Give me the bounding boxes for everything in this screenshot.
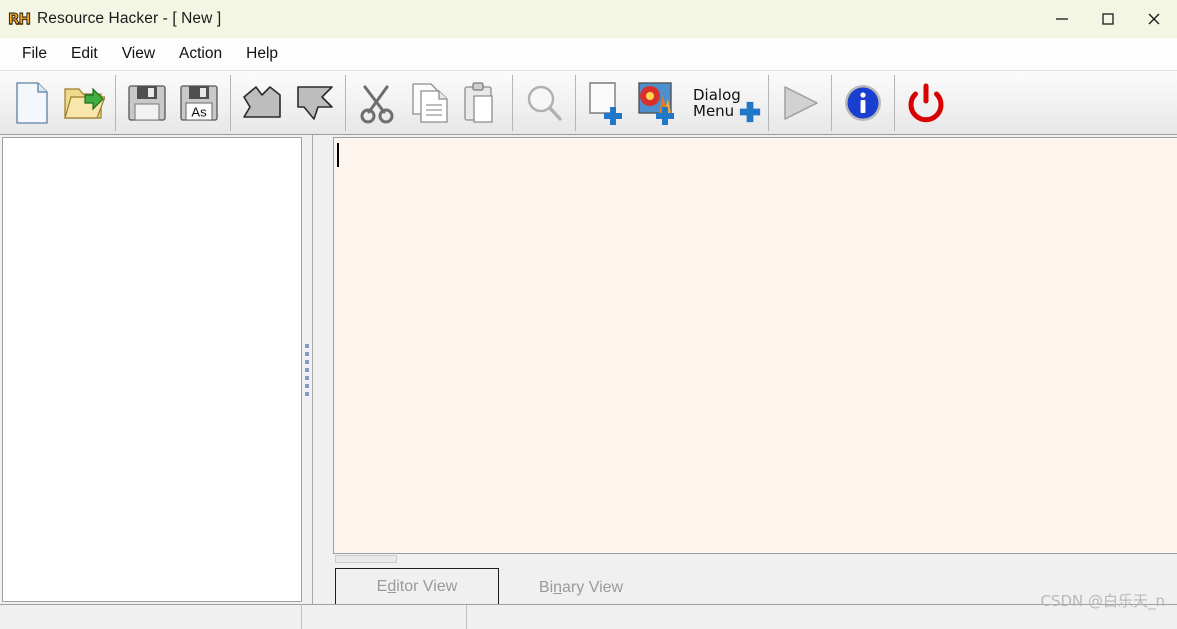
status-cell-2: [302, 605, 467, 629]
splitter-grip-icon: [305, 343, 309, 396]
open-folder-icon: [64, 87, 105, 119]
compile-script-button[interactable]: [236, 75, 288, 131]
add-dialog-menu-button[interactable]: Dialog Menu: [685, 75, 763, 131]
compile-arrow-icon: [243, 85, 281, 118]
scissors-icon: [360, 85, 394, 123]
editor-gutter: [313, 137, 333, 554]
pane-splitter[interactable]: [302, 135, 312, 604]
scrollbar-thumb[interactable]: [335, 555, 397, 563]
power-icon: [908, 83, 944, 122]
close-icon[interactable]: [1131, 0, 1177, 38]
dialog-menu-plus-icon: [739, 101, 761, 122]
editor-text-area[interactable]: [333, 137, 1177, 554]
menu-bar: File Edit View Action Help: [0, 38, 1177, 71]
add-resource-button[interactable]: [581, 75, 633, 131]
new-file-button[interactable]: [6, 75, 58, 131]
about-button[interactable]: [837, 75, 889, 131]
tab-editor-view[interactable]: Editor View: [335, 568, 499, 604]
menu-item-edit[interactable]: Edit: [59, 42, 110, 66]
tab-binary-view[interactable]: Binary View: [499, 572, 663, 604]
dialog-menu-label: Dialog Menu: [693, 85, 741, 120]
open-file-button[interactable]: [58, 75, 110, 131]
toolbar-separator-3: [345, 74, 346, 131]
toolbar-separator-1: [115, 74, 116, 131]
resource-hacker-window: RH Resource Hacker - [ New ] File Edit V…: [0, 0, 1177, 629]
disassemble-arrow-icon: [297, 85, 333, 120]
save-as-floppy-icon: As: [180, 84, 218, 121]
resource-tree-panel[interactable]: [2, 137, 302, 602]
rh-logo-icon: RH: [8, 8, 32, 30]
run-button[interactable]: [774, 75, 826, 131]
menu-item-help[interactable]: Help: [234, 42, 290, 66]
save-floppy-icon: [128, 84, 166, 121]
editor-pane: Editor View Binary View: [312, 135, 1177, 604]
menu-item-file[interactable]: File: [10, 42, 59, 66]
menu-item-view[interactable]: View: [110, 42, 167, 66]
toolbar-separator-4: [512, 74, 513, 131]
toolbar-separator-2: [230, 74, 231, 131]
maximize-icon[interactable]: [1085, 0, 1131, 38]
image-plus-icon: [638, 81, 674, 125]
status-cell-3: [467, 605, 1177, 629]
workspace: Editor View Binary View: [0, 135, 1177, 604]
paste-button[interactable]: [455, 75, 507, 131]
window-title: Resource Hacker - [ New ]: [37, 10, 222, 27]
clipboard-paste-icon: [464, 81, 493, 123]
exit-button[interactable]: [900, 75, 952, 131]
title-bar: RH Resource Hacker - [ New ]: [0, 0, 1177, 38]
save-button[interactable]: [121, 75, 173, 131]
copy-button[interactable]: [403, 75, 455, 131]
svg-text:As: As: [191, 104, 207, 119]
toolbar-separator-7: [831, 74, 832, 131]
cut-button[interactable]: [351, 75, 403, 131]
tab-binary-view-label: Binary View: [538, 579, 624, 596]
copy-pages-icon: [412, 82, 448, 123]
view-tabs: Editor View Binary View: [313, 564, 1177, 604]
status-bar: [0, 604, 1177, 629]
save-as-button[interactable]: As: [173, 75, 225, 131]
info-circle-icon: [845, 84, 881, 121]
editor-region: [313, 135, 1177, 554]
minimize-icon[interactable]: [1039, 0, 1085, 38]
add-image-button[interactable]: [633, 75, 685, 131]
text-caret: [337, 143, 339, 167]
toolbar: As Dialog Menu: [0, 71, 1177, 135]
disassemble-button[interactable]: [288, 75, 340, 131]
toolbar-separator-5: [575, 74, 576, 131]
toolbar-separator-6: [768, 74, 769, 131]
status-cell-1: [0, 605, 302, 629]
play-triangle-icon: [784, 85, 818, 120]
tab-editor-view-label: Editor View: [376, 577, 458, 595]
find-button[interactable]: [518, 75, 570, 131]
rh-logo-text: RH: [8, 10, 32, 29]
window-controls: [1039, 0, 1177, 38]
editor-horizontal-scrollbar[interactable]: [313, 554, 1177, 564]
magnifier-icon: [527, 85, 562, 121]
toolbar-separator-8: [894, 74, 895, 131]
new-document-icon: [16, 81, 48, 124]
page-plus-icon: [589, 81, 622, 125]
menu-item-action[interactable]: Action: [167, 42, 234, 66]
